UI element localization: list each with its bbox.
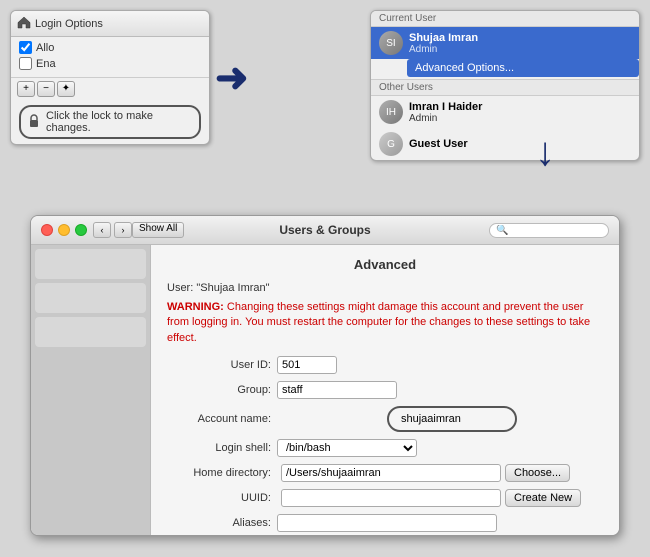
section-title: Advanced (167, 257, 603, 272)
lock-icon (27, 113, 41, 132)
login-options-item[interactable]: Login Options (17, 15, 103, 32)
other-users-label: Other Users (371, 79, 639, 96)
current-user-name: Shujaa Imran (409, 32, 631, 44)
home-dir-label: Home directory: (167, 467, 277, 479)
forward-button[interactable]: › (114, 222, 132, 238)
other-user-name-1: Imran I Haider (409, 101, 631, 113)
checkbox-ena[interactable]: Ena (19, 57, 201, 70)
top-left-panel: Login Options Allo Ena + − ✦ Click the l… (10, 10, 210, 145)
top-right-panel: Current User SI Shujaa Imran Admin Advan… (370, 10, 640, 161)
group-row: Group: (167, 381, 603, 399)
account-name-oval (387, 406, 517, 432)
search-input[interactable] (489, 223, 609, 238)
login-shell-row: Login shell: /bin/bash /bin/sh /bin/zsh (167, 439, 603, 457)
gear-button[interactable]: ✦ (57, 81, 75, 97)
lock-text: Click the lock to make changes. (46, 110, 193, 134)
login-shell-label: Login shell: (167, 442, 277, 454)
sidebar-item-3 (35, 317, 146, 347)
maximize-button[interactable] (75, 224, 87, 236)
advanced-options-menu-item[interactable]: Advanced Options... (407, 59, 639, 77)
checkbox-allo[interactable]: Allo (19, 41, 201, 54)
login-options-label: Login Options (35, 18, 103, 30)
traffic-lights (41, 224, 87, 236)
login-shell-select[interactable]: /bin/bash /bin/sh /bin/zsh (277, 439, 417, 457)
dialog-title: Users & Groups (279, 223, 370, 237)
sidebar-pane (31, 245, 151, 535)
current-user-role: Admin (409, 44, 631, 55)
guest-user-name: Guest User (409, 138, 631, 150)
main-content: Advanced User: "Shujaa Imran" WARNING: C… (151, 245, 619, 535)
guest-user-row[interactable]: G Guest User (371, 128, 639, 160)
home-icon (17, 15, 31, 32)
current-user-label: Current User (371, 11, 639, 27)
group-input[interactable] (277, 381, 397, 399)
lock-notice: Click the lock to make changes. (11, 100, 209, 144)
action-buttons-row: + − ✦ (11, 77, 209, 100)
create-new-button[interactable]: Create New (505, 489, 581, 507)
home-dir-row: Home directory: Choose... (167, 464, 603, 482)
add-button[interactable]: + (17, 81, 35, 97)
other-user-row-1[interactable]: IH Imran I Haider Admin (371, 96, 639, 128)
sidebar-item-1 (35, 249, 146, 279)
close-button[interactable] (41, 224, 53, 236)
checkbox-area: Allo Ena (11, 37, 209, 77)
panel-toolbar: Login Options (11, 11, 209, 37)
account-name-input[interactable] (397, 410, 507, 428)
lock-oval: Click the lock to make changes. (19, 105, 201, 139)
nav-buttons: ‹ › (93, 222, 132, 238)
warning-label: WARNING: (167, 301, 224, 313)
dialog-titlebar: ‹ › Show All Users & Groups (31, 216, 619, 245)
back-button[interactable]: ‹ (93, 222, 111, 238)
aliases-input[interactable] (277, 514, 497, 532)
other-user-role-1: Admin (409, 113, 631, 124)
other-user-info-1: Imran I Haider Admin (409, 101, 631, 124)
other-user-avatar-1: IH (379, 100, 403, 124)
user-id-input[interactable] (277, 356, 337, 374)
show-all-button[interactable]: Show All (132, 222, 184, 238)
arrow-right-icon: ➜ (215, 55, 249, 101)
current-user-row[interactable]: SI Shujaa Imran Admin (371, 27, 639, 59)
arrow-down-icon: ↓ (535, 130, 555, 175)
home-dir-input[interactable] (281, 464, 501, 482)
warning-body: Changing these settings might damage thi… (167, 301, 590, 344)
users-groups-dialog: ‹ › Show All Users & Groups Advanced Use… (30, 215, 620, 536)
uuid-label: UUID: (167, 492, 277, 504)
user-id-label: User ID: (167, 359, 277, 371)
group-label: Group: (167, 384, 277, 396)
user-label: User: "Shujaa Imran" (167, 282, 603, 294)
current-user-avatar: SI (379, 31, 403, 55)
minimize-button[interactable] (58, 224, 70, 236)
dialog-body: Advanced User: "Shujaa Imran" WARNING: C… (31, 245, 619, 535)
guest-user-info: Guest User (409, 138, 631, 150)
user-id-row: User ID: (167, 356, 603, 374)
guest-user-avatar: G (379, 132, 403, 156)
remove-button[interactable]: − (37, 81, 55, 97)
aliases-label: Aliases: (167, 517, 277, 529)
account-name-row: Account name: (167, 406, 603, 432)
uuid-input[interactable] (281, 489, 501, 507)
account-name-label: Account name: (167, 413, 277, 425)
aliases-row: Aliases: (167, 514, 603, 532)
current-user-info: Shujaa Imran Admin (409, 32, 631, 55)
warning-text: WARNING: Changing these settings might d… (167, 300, 603, 346)
uuid-row: UUID: Create New (167, 489, 603, 507)
choose-button[interactable]: Choose... (505, 464, 570, 482)
sidebar-item-2 (35, 283, 146, 313)
